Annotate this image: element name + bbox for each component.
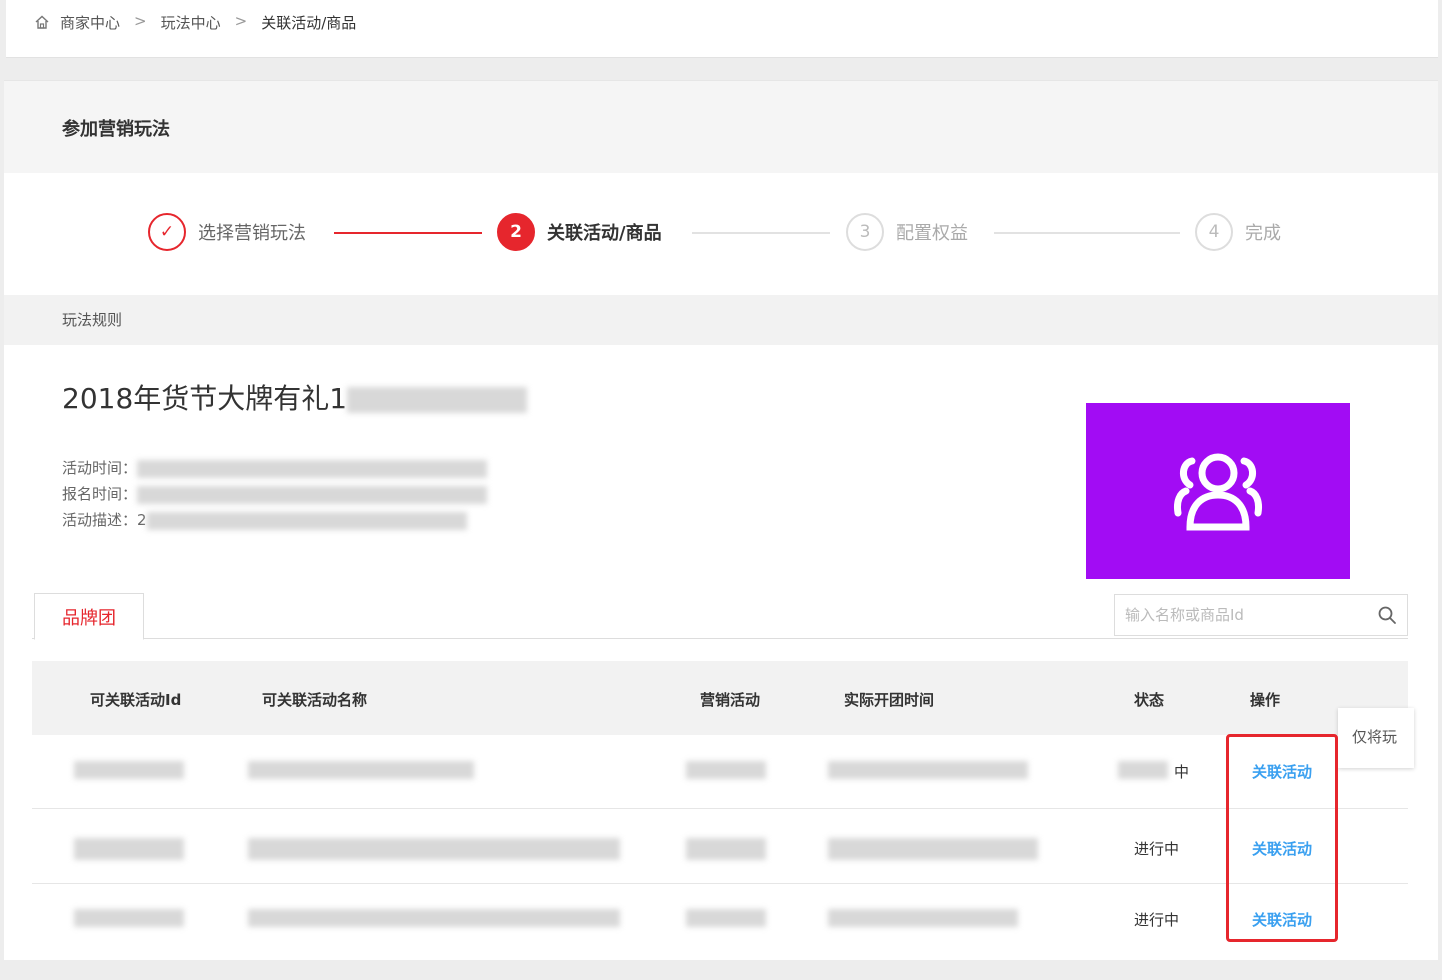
- breadcrumb: 商家中心 > 玩法中心 > 关联活动/商品: [6, 0, 1438, 58]
- tab-bar: 品牌团: [32, 593, 1408, 640]
- status-text: 进行中: [1134, 911, 1180, 929]
- table-row: 进行中 关联活动: [32, 810, 1408, 884]
- breadcrumb-item-play-center[interactable]: 玩法中心: [161, 12, 221, 33]
- redacted-cell: [686, 838, 766, 860]
- step-link-activity: 2 关联活动/商品: [497, 213, 662, 251]
- redacted-text: [137, 459, 488, 478]
- redacted-text: [347, 387, 528, 413]
- redacted-cell: [1118, 761, 1168, 779]
- table-row: 进行中 关联活动: [32, 885, 1408, 959]
- step-progress: ✓ 选择营销玩法 2 关联活动/商品 3 配置权益 4 完成: [4, 173, 1438, 295]
- step-label: 选择营销玩法: [198, 223, 306, 244]
- signup-time: 报名时间：: [62, 483, 488, 504]
- step-configure-benefit: 3 配置权益: [846, 213, 968, 251]
- status-text: 进行中: [1134, 840, 1180, 858]
- check-icon: ✓: [148, 213, 186, 251]
- step-label: 完成: [1245, 223, 1281, 244]
- step-number: 3: [846, 213, 884, 251]
- breadcrumb-separator: >: [134, 12, 147, 30]
- table-row: 中 关联活动: [32, 735, 1408, 809]
- activity-poster: [1086, 403, 1350, 579]
- activity-title-text: 2018年货节大牌有礼1: [62, 382, 348, 415]
- redacted-cell: [686, 909, 766, 927]
- column-header-status: 状态: [1134, 691, 1165, 709]
- breadcrumb-item-merchant-center[interactable]: 商家中心: [60, 12, 120, 33]
- redacted-cell: [248, 761, 474, 779]
- redacted-text: [137, 485, 488, 504]
- rules-section-title: 玩法规则: [4, 295, 1438, 345]
- signup-time-label: 报名时间：: [62, 485, 138, 503]
- home-icon[interactable]: [34, 14, 50, 30]
- redacted-cell: [248, 909, 620, 927]
- activity-time-label: 活动时间：: [62, 459, 138, 477]
- step-connector: [692, 232, 830, 234]
- main-card: 参加营销玩法 ✓ 选择营销玩法 2 关联活动/商品 3 配置权益 4 完成 玩法…: [4, 80, 1438, 960]
- activity-title: 2018年货节大牌有礼1: [62, 377, 528, 417]
- redacted-cell: [828, 838, 1038, 860]
- redacted-cell: [74, 909, 184, 927]
- column-header-marketing: 营销活动: [700, 691, 761, 709]
- activity-description-label: 活动描述：: [62, 511, 138, 529]
- breadcrumb-separator: >: [234, 12, 248, 30]
- step-connector: [994, 232, 1180, 234]
- page-title: 参加营销玩法: [4, 81, 1438, 173]
- column-header-open-time: 实际开团时间: [844, 691, 935, 709]
- step-connector: [334, 232, 482, 234]
- step-number: 4: [1195, 213, 1233, 251]
- group-icon: [1174, 453, 1262, 531]
- redacted-text: [146, 511, 467, 530]
- step-complete: 4 完成: [1195, 213, 1281, 251]
- redacted-cell: [74, 838, 184, 860]
- column-header-activity-id: 可关联活动Id: [90, 691, 182, 709]
- column-header-action: 操作: [1250, 691, 1281, 709]
- column-header-activity-name: 可关联活动名称: [262, 691, 368, 709]
- tab-brand-group[interactable]: 品牌团: [34, 593, 144, 640]
- tooltip: 仅将玩: [1338, 708, 1414, 768]
- search-icon[interactable]: [1377, 605, 1397, 625]
- search-box: [1114, 594, 1408, 636]
- highlight-box: [1226, 734, 1338, 942]
- activity-time: 活动时间：: [62, 457, 488, 478]
- step-label: 配置权益: [896, 223, 968, 244]
- redacted-cell: [828, 761, 1028, 779]
- breadcrumb-item-current: 关联活动/商品: [261, 14, 357, 32]
- redacted-cell: [828, 909, 1018, 927]
- step-select-play: ✓ 选择营销玩法: [148, 213, 306, 251]
- table-header: 可关联活动Id 可关联活动名称 营销活动 实际开团时间 状态 操作: [32, 661, 1408, 735]
- redacted-cell: [74, 761, 184, 779]
- activity-description-prefix: 2: [137, 511, 147, 529]
- redacted-cell: [686, 761, 766, 779]
- status-text: 中: [1174, 763, 1190, 781]
- step-label: 关联活动/商品: [547, 223, 662, 244]
- redacted-cell: [248, 838, 620, 860]
- search-input[interactable]: [1125, 606, 1377, 624]
- step-number: 2: [497, 213, 535, 251]
- activity-description: 活动描述：2: [62, 509, 467, 530]
